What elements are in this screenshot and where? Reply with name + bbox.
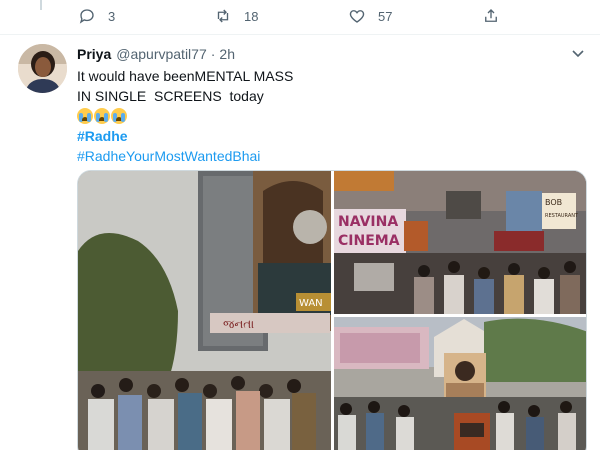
retweet-icon [217, 9, 229, 23]
share-button[interactable] [482, 5, 512, 27]
tweet-header: Priya @apurvpatil77 · 2h [77, 44, 235, 64]
photo-navina-cinema: BOB RESTAURANT NAVINA CINEMA [334, 171, 586, 314]
bob-sign-subtitle: RESTAURANT [545, 213, 579, 219]
author-handle[interactable]: @apurvpatil77 [116, 46, 207, 62]
tweet-page: 3 18 57 Priya @apurvpatil77 · 2h It woul… [0, 0, 600, 450]
cinema-sign-line2: CINEMA [338, 233, 400, 249]
tweet-divider [0, 34, 600, 35]
reply-count: 3 [108, 8, 116, 24]
tweet-timestamp[interactable]: 2h [219, 46, 235, 62]
hashtag-link[interactable]: #Radhe [77, 126, 377, 146]
theatre-sign-gujarati: જનતા [223, 317, 254, 331]
reply-button[interactable]: 3 [78, 5, 115, 27]
media-photo-theatre-crowd[interactable]: જનતા WAN [78, 171, 331, 450]
emoji-row [77, 106, 377, 126]
retweet-button[interactable]: 18 [214, 5, 258, 27]
media-photo-poster-procession[interactable] [334, 317, 586, 450]
tweet-text: It would have beenMENTAL MASS IN SINGLE … [77, 66, 377, 166]
bob-sign-title: BOB [545, 198, 562, 207]
media-photo-navina-cinema[interactable]: BOB RESTAURANT NAVINA CINEMA [334, 171, 586, 314]
chevron-down-icon [572, 50, 584, 58]
tweet-text-line: IN SINGLE SCREENS today [77, 88, 264, 104]
separator-dot: · [210, 46, 216, 62]
poster-badge: WAN [299, 298, 323, 309]
avatar-image [18, 44, 67, 93]
author-name[interactable]: Priya [77, 46, 111, 62]
more-options-button[interactable] [568, 46, 588, 62]
hashtag-link[interactable]: #RadheYourMostWantedBhai [77, 146, 377, 166]
avatar[interactable] [18, 44, 67, 93]
share-icon [485, 9, 497, 22]
loudly-crying-face-icon [111, 108, 127, 124]
loudly-crying-face-icon [77, 108, 93, 124]
like-icon [349, 10, 365, 23]
loudly-crying-face-icon [94, 108, 110, 124]
previous-tweet-action-bar: 3 18 57 [0, 0, 600, 32]
media-grid: જનતા WAN BOB RESTAURANT NAVINA CINEMA [77, 170, 587, 450]
cinema-sign-line1: NAVINA [338, 214, 398, 230]
reply-icon [79, 9, 94, 24]
photo-poster-procession [334, 317, 586, 450]
like-button[interactable]: 57 [348, 5, 392, 27]
photo-crowd-building: જનતા WAN [78, 171, 331, 450]
retweet-count: 18 [244, 8, 259, 24]
like-count: 57 [378, 8, 393, 24]
tweet-text-line: It would have beenMENTAL MASS [77, 68, 294, 84]
